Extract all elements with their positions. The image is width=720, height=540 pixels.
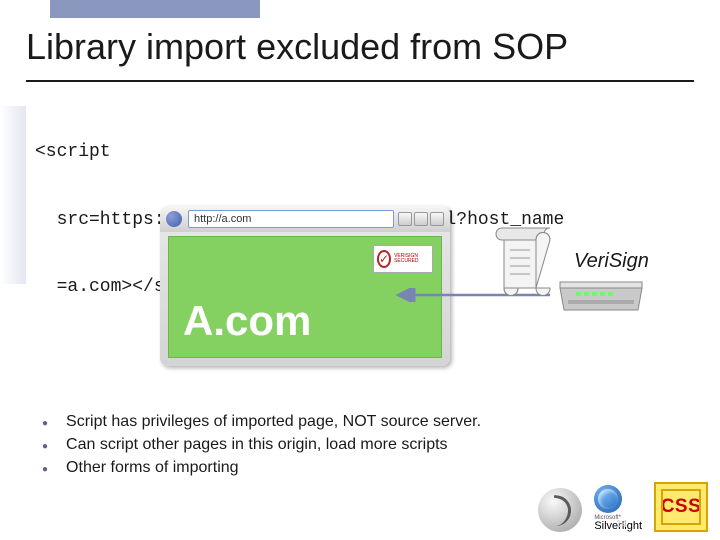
- slide-title: Library import excluded from SOP: [26, 26, 568, 68]
- checkmark-icon: ✓: [377, 250, 391, 268]
- server-label: VeriSign: [574, 250, 649, 273]
- code-line-1: <script: [35, 141, 564, 164]
- minimize-icon: [398, 212, 412, 226]
- browser-chrome-top: http://a.com: [160, 206, 450, 232]
- bullet-list: ● Script has privileges of imported page…: [42, 413, 481, 482]
- bullet-text: Script has privileges of imported page, …: [66, 413, 481, 431]
- script-scroll-icon: [492, 220, 562, 305]
- silverlight-orb-icon: [594, 485, 622, 513]
- css-label: CSS: [661, 496, 702, 518]
- css-icon: CSS: [654, 482, 708, 532]
- globe-icon: [166, 211, 182, 227]
- browser-window: http://a.com ✓ VeriSign Secured A.com: [160, 206, 450, 366]
- maximize-icon: [414, 212, 428, 226]
- bullet-dot-icon: ●: [42, 464, 48, 475]
- seal-text: VeriSign Secured: [394, 254, 429, 265]
- left-edge-decoration: [0, 106, 26, 284]
- verisign-seal: ✓ VeriSign Secured: [373, 245, 433, 273]
- flash-icon: [538, 488, 582, 532]
- header-accent-bar: [50, 0, 260, 18]
- bullet-item: ● Can script other pages in this origin,…: [42, 436, 481, 454]
- page-domain-label: A.com: [183, 297, 311, 345]
- slide-number: 14: [616, 519, 627, 530]
- browser-graphic: http://a.com ✓ VeriSign Secured A.com: [160, 206, 450, 366]
- url-bar: http://a.com: [188, 210, 394, 228]
- bullet-dot-icon: ●: [42, 441, 48, 452]
- title-underline: [26, 80, 694, 82]
- bullet-text: Other forms of importing: [66, 459, 239, 477]
- bullet-dot-icon: ●: [42, 418, 48, 429]
- window-buttons: [398, 212, 444, 226]
- bullet-item: ● Other forms of importing: [42, 459, 481, 477]
- close-icon: [430, 212, 444, 226]
- server-icon: [556, 280, 646, 321]
- bullet-text: Can script other pages in this origin, l…: [66, 436, 448, 454]
- bullet-item: ● Script has privileges of imported page…: [42, 413, 481, 431]
